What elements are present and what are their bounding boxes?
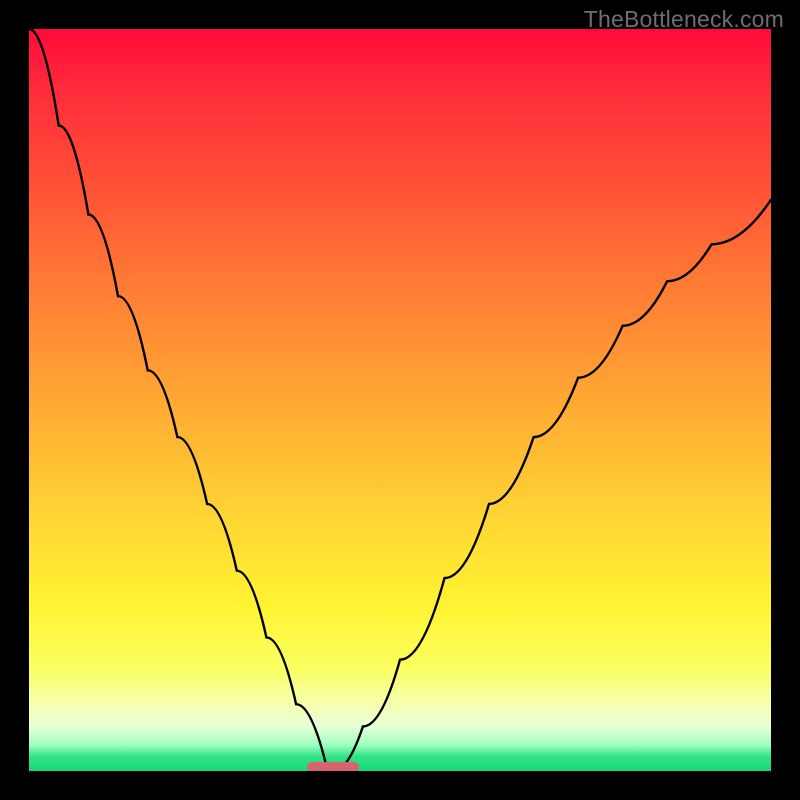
plot-area [29, 29, 771, 771]
bottleneck-marker [307, 762, 359, 771]
watermark-text: TheBottleneck.com [584, 6, 784, 33]
curve-layer [29, 29, 771, 771]
right-curve [333, 200, 771, 771]
chart-frame: TheBottleneck.com [0, 0, 800, 800]
left-curve [29, 29, 333, 771]
